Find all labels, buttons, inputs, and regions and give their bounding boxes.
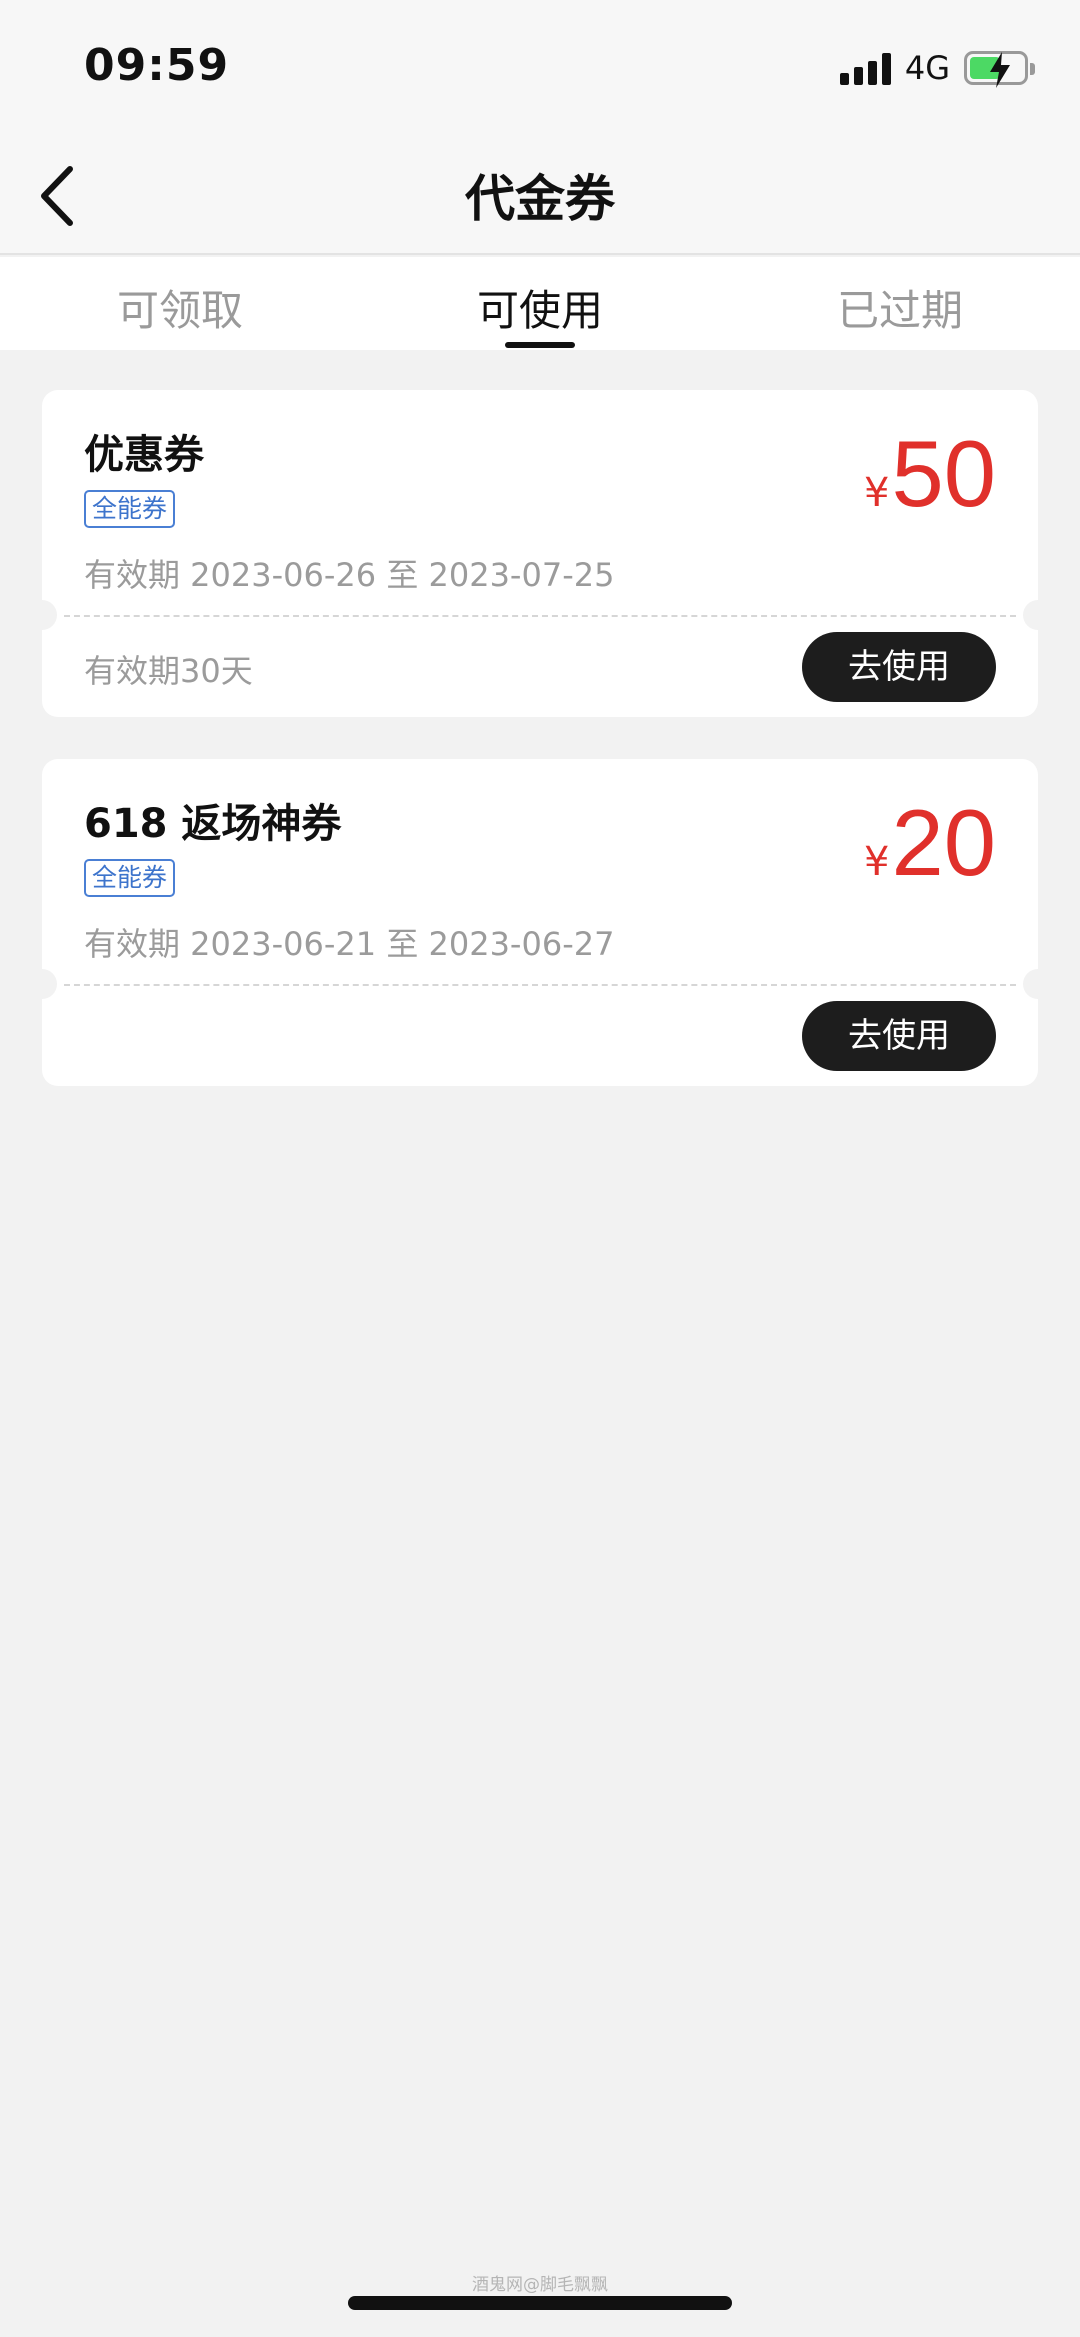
currency-symbol: ¥: [863, 839, 890, 885]
network-type: 4G: [904, 49, 950, 87]
use-coupon-button[interactable]: 去使用: [802, 1001, 996, 1071]
battery-charging-icon: [964, 51, 1035, 88]
navigation-bar: 代金券: [0, 135, 1080, 255]
status-time: 09:59: [84, 40, 230, 91]
active-tab-indicator: [505, 342, 575, 348]
dashed-divider: [64, 984, 1016, 986]
ticket-notch: [42, 969, 57, 999]
ticket-notch: [42, 600, 57, 630]
coupon-validity: 有效期 2023-06-26 至 2023-07-25: [84, 556, 615, 594]
coupon-card: 618 返场神券 全能券 有效期 2023-06-21 至 2023-06-27…: [42, 759, 1038, 1086]
coupon-duration-note: 有效期30天: [84, 652, 253, 690]
coupon-validity: 有效期 2023-06-21 至 2023-06-27: [84, 925, 615, 963]
coupon-amount: ¥ 20: [864, 789, 996, 897]
coupon-value: 20: [891, 790, 996, 895]
home-indicator[interactable]: [348, 2296, 732, 2310]
coupon-type-badge: 全能券: [84, 490, 176, 528]
status-icons: 4G: [839, 48, 1035, 88]
tab-usable[interactable]: 可使用: [420, 277, 660, 338]
dashed-divider: [64, 615, 1016, 617]
coupon-amount: ¥ 50: [864, 420, 996, 528]
status-bar: 09:59 4G: [0, 0, 1080, 135]
ticket-notch: [1023, 600, 1038, 630]
coupon-title: 优惠券: [84, 432, 204, 478]
tab-expired[interactable]: 已过期: [780, 277, 1020, 338]
page-title: 代金券: [465, 170, 615, 228]
currency-symbol: ¥: [863, 470, 890, 516]
coupon-title: 618 返场神券: [84, 801, 342, 847]
watermark: 酒鬼网@脚毛飘飘: [472, 2275, 608, 2295]
use-coupon-button[interactable]: 去使用: [802, 632, 996, 702]
tab-bar: 可领取 可使用 已过期: [0, 257, 1080, 350]
coupon-type-badge: 全能券: [84, 859, 176, 897]
tab-claimable[interactable]: 可领取: [60, 277, 300, 338]
ticket-notch: [1023, 969, 1038, 999]
signal-icon: [839, 51, 891, 85]
coupon-value: 50: [891, 421, 996, 526]
coupon-card: 优惠券 全能券 有效期 2023-06-26 至 2023-07-25 ¥ 50…: [42, 390, 1038, 717]
